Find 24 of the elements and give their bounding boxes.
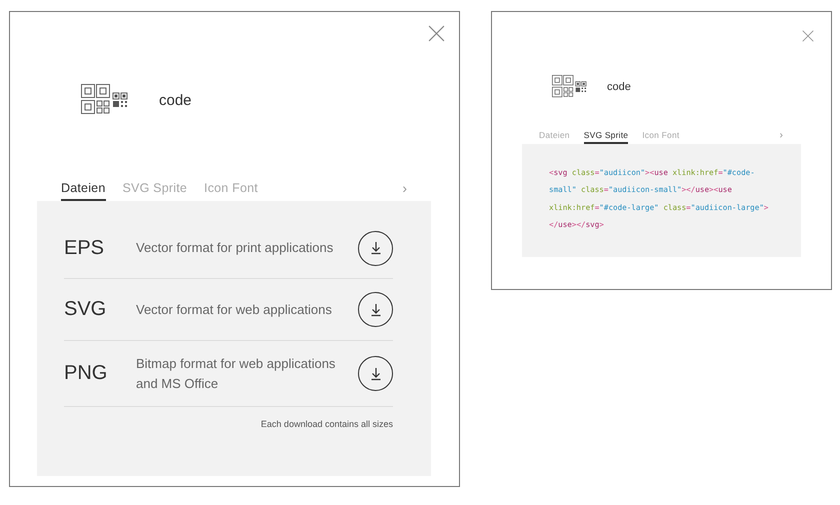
format-name: SVG xyxy=(64,298,108,321)
format-description: Bitmap format for web applications and MS Office xyxy=(136,354,336,392)
next-tab-button[interactable]: › xyxy=(780,130,783,144)
tab[interactable]: Dateien xyxy=(539,130,570,144)
format-description: Vector format for web applications xyxy=(136,300,333,319)
download-note: Each download contains all sizes xyxy=(260,419,393,429)
download-button[interactable] xyxy=(358,230,393,266)
close-button[interactable] xyxy=(802,30,814,42)
download-icon xyxy=(370,302,382,316)
close-button[interactable] xyxy=(428,25,445,42)
icon-title: code xyxy=(159,92,192,109)
download-icon xyxy=(370,366,382,380)
tab[interactable]: SVG Sprite xyxy=(122,181,188,201)
download-button[interactable] xyxy=(358,292,393,327)
format-name: PNG xyxy=(64,362,108,385)
qr-code-icon xyxy=(552,75,589,98)
tab[interactable]: Icon Font xyxy=(204,181,258,201)
format-name: EPS xyxy=(64,236,106,260)
download-icon xyxy=(370,241,382,255)
next-tab-button[interactable]: › xyxy=(402,180,407,201)
format-description: Vector format for print applications xyxy=(136,239,334,257)
download-button[interactable] xyxy=(358,356,393,391)
icon-title: code xyxy=(607,81,631,93)
tab[interactable]: Icon Font xyxy=(642,130,680,144)
